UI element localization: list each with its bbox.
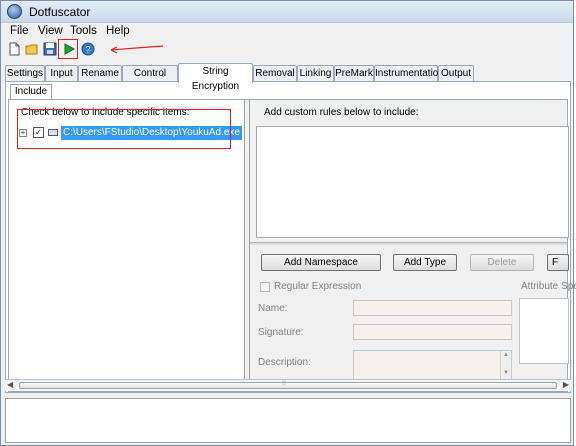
custom-rules-header: Add custom rules below to include:: [264, 107, 419, 118]
dotfuscator-app-icon: [7, 4, 22, 19]
scroll-thumb[interactable]: ⁞⁞: [19, 380, 557, 389]
scroll-right-icon[interactable]: ▶: [563, 380, 569, 389]
custom-rules-tree[interactable]: [256, 126, 569, 238]
tab-linking[interactable]: Linking: [297, 65, 334, 82]
delete-button[interactable]: Delete: [470, 254, 534, 271]
help-icon[interactable]: ?: [81, 42, 95, 56]
save-icon[interactable]: [43, 42, 57, 56]
custom-rules-pane: Add custom rules below to include: Add N…: [250, 100, 576, 380]
menu-help[interactable]: Help: [106, 25, 130, 37]
regex-checkbox[interactable]: [260, 282, 270, 292]
horizontal-scrollbar[interactable]: ◀ ⁞⁞ ▶: [5, 379, 571, 391]
include-panel: Check below to include specific items: +…: [8, 99, 576, 392]
include-tree-pane: Check below to include specific items: +…: [9, 100, 245, 380]
tab-strip: Settings Input Rename Control Flow Strin…: [5, 63, 573, 94]
name-field[interactable]: [353, 300, 512, 316]
menu-tools[interactable]: Tools: [70, 25, 97, 37]
svg-text:?: ?: [85, 45, 90, 55]
signature-field[interactable]: [353, 324, 512, 340]
description-scrollbar[interactable]: ▲ ▼: [500, 351, 511, 379]
name-label: Name:: [258, 303, 288, 314]
main-window: Dotfuscator File View Tools Help ? Setti…: [0, 0, 576, 446]
tab-string-encryption[interactable]: String Encryption: [178, 63, 253, 92]
subtab-include[interactable]: Include: [10, 84, 52, 100]
tab-output[interactable]: Output: [438, 65, 474, 82]
tab-premark[interactable]: PreMark: [334, 65, 374, 82]
new-file-icon[interactable]: [7, 42, 21, 56]
menu-bar: File View Tools Help: [1, 23, 573, 40]
window-title: Dotfuscator: [29, 5, 91, 19]
tab-instrumentation[interactable]: Instrumentation: [374, 65, 444, 82]
annotation-arrow-icon: [110, 45, 164, 54]
tab-input[interactable]: Input: [45, 65, 78, 82]
regex-label: Regular Expression: [274, 281, 362, 292]
menu-file[interactable]: File: [10, 25, 29, 37]
tab-removal[interactable]: Removal: [253, 65, 297, 82]
partial-button[interactable]: F: [547, 254, 569, 271]
signature-label: Signature:: [258, 327, 304, 338]
toolbar: ?: [1, 39, 573, 60]
description-field[interactable]: ▲ ▼: [353, 350, 512, 380]
open-folder-icon[interactable]: [25, 42, 39, 56]
description-label: Description:: [258, 357, 311, 368]
attribute-spec-label: Attribute Spe: [521, 281, 576, 292]
tab-control-flow[interactable]: Control Flow: [122, 65, 178, 94]
add-namespace-button[interactable]: Add Namespace: [261, 254, 381, 271]
grip-icon: ⁞⁞: [282, 380, 286, 387]
menu-view[interactable]: View: [38, 25, 63, 37]
rules-splitter[interactable]: [250, 242, 567, 245]
annotation-highlight-tree: [17, 109, 231, 149]
tab-rename[interactable]: Rename: [78, 65, 122, 82]
attribute-spec-list[interactable]: [519, 298, 569, 364]
add-type-button[interactable]: Add Type: [393, 254, 457, 271]
output-pane[interactable]: [5, 398, 571, 443]
scroll-left-icon[interactable]: ◀: [7, 380, 13, 389]
title-bar: Dotfuscator: [1, 1, 573, 23]
tab-settings[interactable]: Settings: [5, 65, 45, 82]
annotation-highlight-run: [58, 39, 78, 59]
string-encryption-page: Include Check below to include specific …: [5, 81, 576, 393]
